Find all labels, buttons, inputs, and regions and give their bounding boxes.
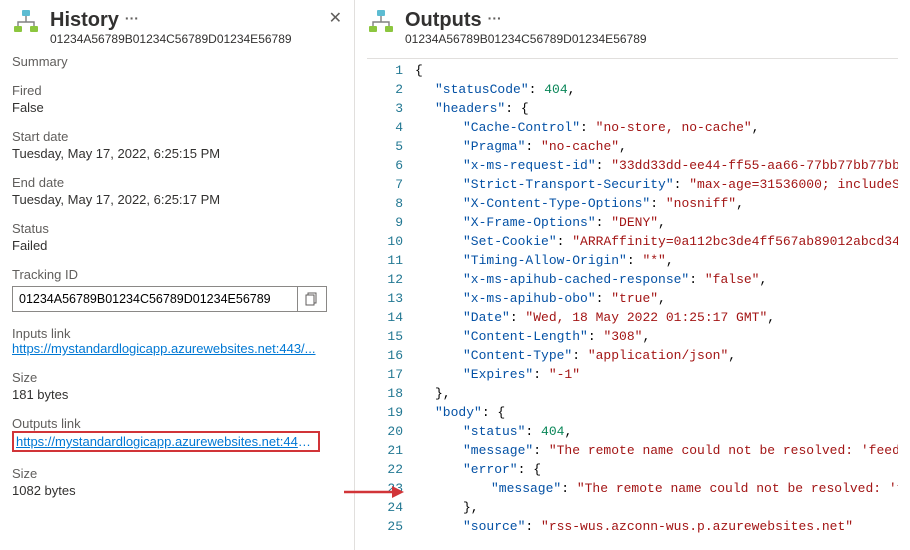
outputs-link-label: Outputs link [12,416,342,431]
tracking-id-field [12,286,327,312]
more-icon[interactable]: ··· [125,6,139,30]
summary-heading: Summary [12,54,342,69]
code-editor[interactable]: 1234567891011121314151617181920212223242… [367,58,898,538]
history-subtitle: 01234A56789B01234C56789D01234E56789 [50,32,292,46]
callout-highlight: https://mystandardlogicapp.azurewebsites… [12,431,320,452]
fired-value: False [12,100,342,115]
inputs-link[interactable]: https://mystandardlogicapp.azurewebsites… [12,341,342,356]
line-number-gutter: 1234567891011121314151617181920212223242… [367,59,411,538]
inputs-size-label: Size [12,370,342,385]
outputs-subtitle: 01234A56789B01234C56789D01234E56789 [405,32,647,46]
tracking-id-label: Tracking ID [12,267,342,282]
more-icon[interactable]: ··· [488,6,502,30]
history-title: History ··· [50,8,292,32]
outputs-size-label: Size [12,466,342,481]
start-date-label: Start date [12,129,342,144]
tracking-id-input[interactable] [13,289,297,309]
end-date-label: End date [12,175,342,190]
outputs-panel: Outputs ··· 01234A56789B01234C56789D0123… [355,0,910,550]
code-content[interactable]: {"statusCode": 404,"headers": {"Cache-Co… [411,59,898,538]
history-panel: ✕ History ··· 01234A56789B01234C56789D01… [0,0,355,550]
outputs-size-value: 1082 bytes [12,483,342,498]
outputs-title: Outputs ··· [405,8,647,32]
end-date-value: Tuesday, May 17, 2022, 6:25:17 PM [12,192,342,207]
logic-app-icon [12,8,40,36]
copy-icon[interactable] [297,287,326,311]
close-icon[interactable]: ✕ [329,8,342,28]
status-value: Failed [12,238,342,253]
arrow-icon [344,482,404,502]
status-label: Status [12,221,342,236]
logic-app-icon [367,8,395,36]
inputs-link-label: Inputs link [12,326,342,341]
start-date-value: Tuesday, May 17, 2022, 6:25:15 PM [12,146,342,161]
inputs-size-value: 181 bytes [12,387,342,402]
outputs-link[interactable]: https://mystandardlogicapp.azurewebsites… [16,434,316,449]
fired-label: Fired [12,83,342,98]
